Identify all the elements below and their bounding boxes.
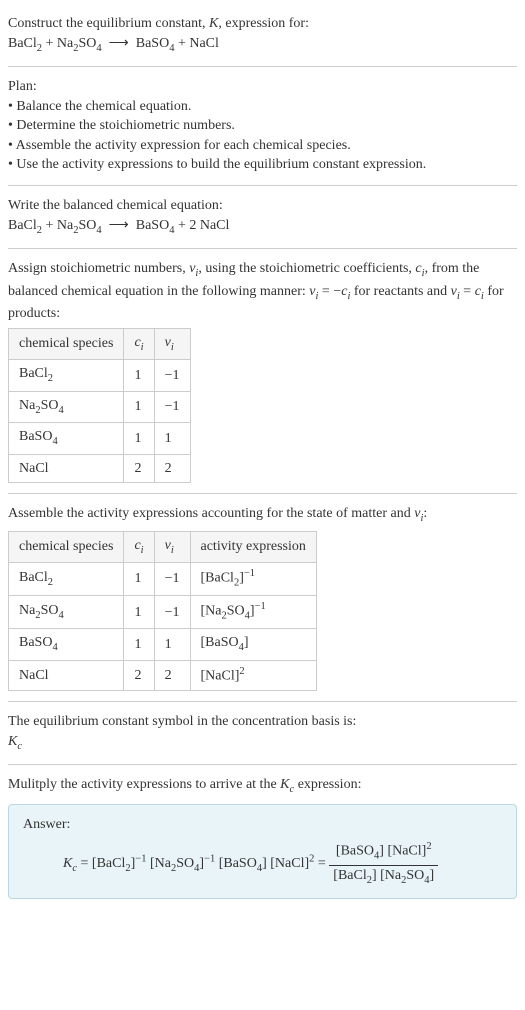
divider — [8, 493, 517, 494]
table-cell: −1 — [154, 596, 190, 629]
table-header: νi — [154, 531, 190, 562]
table-row: BaCl2 1 −1 — [9, 360, 191, 391]
divider — [8, 185, 517, 186]
table-cell: −1 — [154, 360, 190, 391]
balanced-equation: BaCl2 + Na2SO4 ⟶ BaSO4 + 2 NaCl — [8, 216, 517, 238]
symbol-value: Kc — [8, 732, 517, 754]
divider — [8, 66, 517, 67]
symbol-heading: The equilibrium constant symbol in the c… — [8, 712, 517, 732]
table-cell: BaCl2 — [9, 563, 124, 596]
table-header: ci — [124, 328, 154, 359]
divider — [8, 764, 517, 765]
stoich-section: Assign stoichiometric numbers, νi, using… — [8, 253, 517, 489]
table-cell: 1 — [124, 596, 154, 629]
table-cell: BaSO4 — [9, 629, 124, 660]
table-header: chemical species — [9, 328, 124, 359]
answer-label: Answer: — [23, 815, 502, 835]
table-row: NaCl 2 2 — [9, 454, 191, 483]
table-row: BaCl2 1 −1 [BaCl2]−1 — [9, 563, 317, 596]
divider — [8, 701, 517, 702]
table-header-row: chemical species ci νi — [9, 328, 191, 359]
divider — [8, 248, 517, 249]
plan-heading: Plan: — [8, 77, 517, 97]
title-line1: Construct the equilibrium constant, K, e… — [8, 14, 517, 34]
table-cell: 2 — [124, 660, 154, 690]
final-section: Mulitply the activity expressions to arr… — [8, 769, 517, 905]
plan-item: • Determine the stoichiometric numbers. — [8, 116, 517, 136]
table-row: BaSO4 1 1 [BaSO4] — [9, 629, 317, 660]
expression-fraction: [BaSO4] [NaCl]2[BaCl2] [Na2SO4] — [329, 840, 438, 888]
table-cell: 1 — [124, 360, 154, 391]
table-cell: 2 — [154, 660, 190, 690]
table-cell: 1 — [124, 423, 154, 454]
activity-table: chemical species ci νi activity expressi… — [8, 531, 317, 692]
answer-expression: Kc = [BaCl2]−1 [Na2SO4]−1 [BaSO4] [NaCl]… — [23, 834, 502, 888]
table-cell: NaCl — [9, 454, 124, 483]
table-row: BaSO4 1 1 — [9, 423, 191, 454]
table-cell: BaCl2 — [9, 360, 124, 391]
stoich-table: chemical species ci νi BaCl2 1 −1 Na2SO4… — [8, 328, 191, 484]
table-cell: 1 — [124, 391, 154, 422]
table-cell: −1 — [154, 563, 190, 596]
title-section: Construct the equilibrium constant, K, e… — [8, 8, 517, 62]
plan-section: Plan: • Balance the chemical equation. •… — [8, 71, 517, 181]
balanced-section: Write the balanced chemical equation: Ba… — [8, 190, 517, 244]
table-header: ci — [124, 531, 154, 562]
fraction-numerator: [BaSO4] [NaCl]2 — [329, 840, 438, 865]
table-cell: −1 — [154, 391, 190, 422]
table-row: NaCl 2 2 [NaCl]2 — [9, 660, 317, 690]
plan-item: • Use the activity expressions to build … — [8, 155, 517, 175]
expression-lhs: Kc = [BaCl2]−1 [Na2SO4]−1 [BaSO4] [NaCl]… — [63, 856, 329, 871]
table-cell: 1 — [124, 563, 154, 596]
title-equation: BaCl2 + Na2SO4 ⟶ BaSO4 + NaCl — [8, 34, 517, 56]
table-header: νi — [154, 328, 190, 359]
balanced-heading: Write the balanced chemical equation: — [8, 196, 517, 216]
table-header: activity expression — [190, 531, 316, 562]
activity-heading: Assemble the activity expressions accoun… — [8, 504, 517, 526]
table-header: chemical species — [9, 531, 124, 562]
table-row: Na2SO4 1 −1 — [9, 391, 191, 422]
table-cell: NaCl — [9, 660, 124, 690]
table-row: Na2SO4 1 −1 [Na2SO4]−1 — [9, 596, 317, 629]
table-cell: [BaSO4] — [190, 629, 316, 660]
table-header-row: chemical species ci νi activity expressi… — [9, 531, 317, 562]
table-cell: [BaCl2]−1 — [190, 563, 316, 596]
plan-item: • Assemble the activity expression for e… — [8, 136, 517, 156]
symbol-section: The equilibrium constant symbol in the c… — [8, 706, 517, 760]
table-cell: BaSO4 — [9, 423, 124, 454]
activity-section: Assemble the activity expressions accoun… — [8, 498, 517, 697]
table-cell: 2 — [124, 454, 154, 483]
final-heading: Mulitply the activity expressions to arr… — [8, 775, 517, 797]
table-cell: 1 — [154, 423, 190, 454]
table-cell: 1 — [154, 629, 190, 660]
fraction-denominator: [BaCl2] [Na2SO4] — [329, 866, 438, 888]
table-cell: [NaCl]2 — [190, 660, 316, 690]
stoich-heading: Assign stoichiometric numbers, νi, using… — [8, 259, 517, 324]
table-cell: Na2SO4 — [9, 391, 124, 422]
table-cell: 2 — [154, 454, 190, 483]
answer-box: Answer: Kc = [BaCl2]−1 [Na2SO4]−1 [BaSO4… — [8, 804, 517, 899]
table-cell: 1 — [124, 629, 154, 660]
table-cell: [Na2SO4]−1 — [190, 596, 316, 629]
table-cell: Na2SO4 — [9, 596, 124, 629]
plan-item: • Balance the chemical equation. — [8, 97, 517, 117]
